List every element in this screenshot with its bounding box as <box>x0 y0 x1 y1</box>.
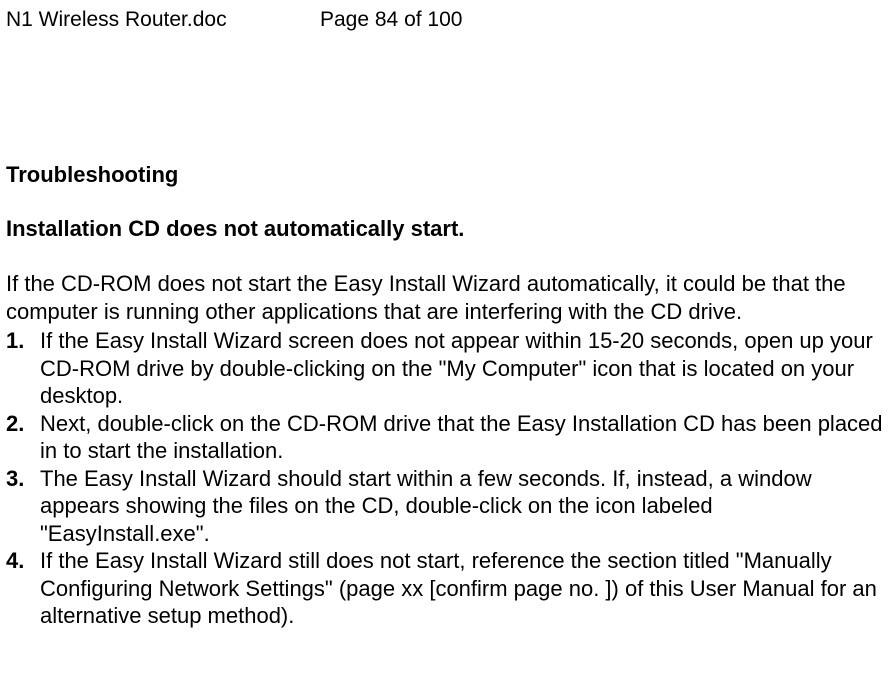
step-text: If the Easy Install Wizard screen does n… <box>40 327 885 410</box>
step-number: 3. <box>6 465 40 493</box>
list-item: 1. If the Easy Install Wizard screen doe… <box>6 327 885 410</box>
step-text: Next, double-click on the CD-ROM drive t… <box>40 410 885 465</box>
document-body: Troubleshooting Installation CD does not… <box>0 162 891 630</box>
intro-paragraph: If the CD-ROM does not start the Easy In… <box>6 270 885 325</box>
step-number: 2. <box>6 410 40 438</box>
step-text: The Easy Install Wizard should start wit… <box>40 465 885 548</box>
document-filename: N1 Wireless Router.doc <box>6 8 320 32</box>
list-item: 4. If the Easy Install Wizard still does… <box>6 547 885 630</box>
list-item: 3. The Easy Install Wizard should start … <box>6 465 885 548</box>
step-text: If the Easy Install Wizard still does no… <box>40 547 885 630</box>
step-number: 4. <box>6 547 40 575</box>
section-heading: Troubleshooting <box>6 162 885 188</box>
step-number: 1. <box>6 327 40 355</box>
list-item: 2. Next, double-click on the CD-ROM driv… <box>6 410 885 465</box>
page-indicator: Page 84 of 100 <box>320 8 885 32</box>
sub-heading: Installation CD does not automatically s… <box>6 216 885 242</box>
document-header: N1 Wireless Router.doc Page 84 of 100 <box>0 0 891 32</box>
steps-list: 1. If the Easy Install Wizard screen doe… <box>6 327 885 630</box>
